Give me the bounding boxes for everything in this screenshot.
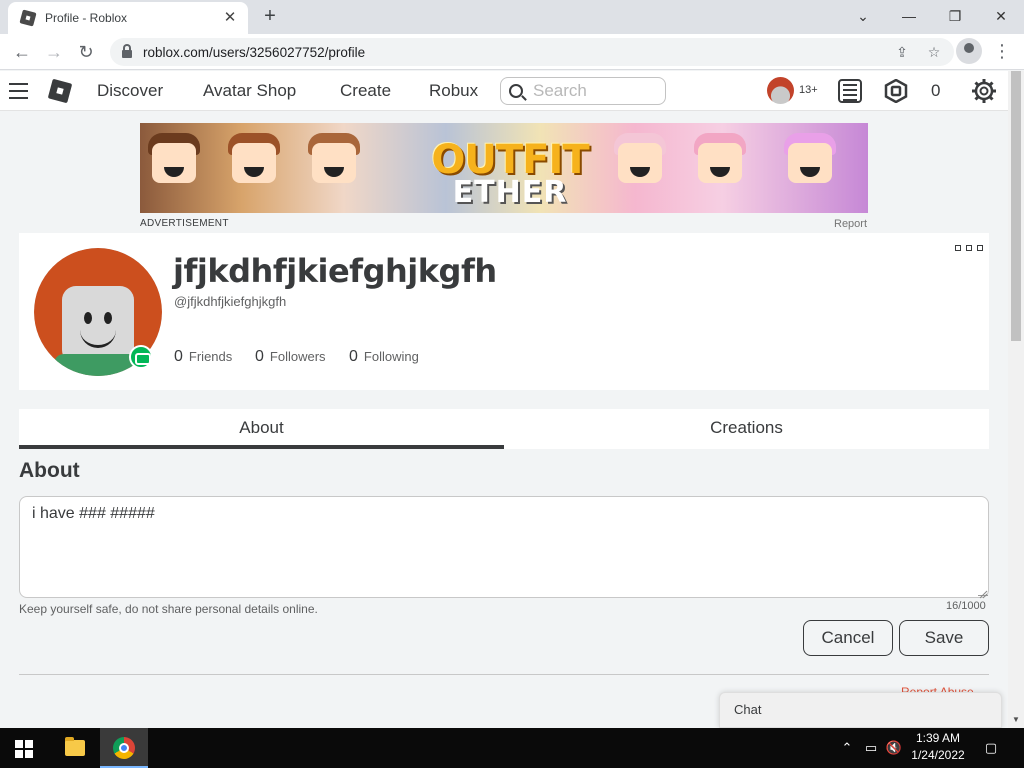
following-stat[interactable]: 0 Following [349,348,419,366]
tab-search-chevron-icon[interactable]: ⌄ [840,3,886,31]
tab-creations[interactable]: Creations [504,409,989,449]
ad-report-link[interactable]: Report [834,218,867,230]
scroll-down-arrow-icon[interactable]: ▼ [1008,712,1024,728]
online-game-presence-icon[interactable] [129,345,153,369]
network-icon[interactable]: ▭ [861,738,881,758]
following-count: 0 [349,348,358,365]
windows-start-icon[interactable] [0,728,48,768]
hamburger-menu-icon[interactable] [9,83,28,99]
lock-icon[interactable] [122,44,132,58]
notifications-icon[interactable]: ▢ [980,738,1002,758]
profile-display-name: jfjkdhfjkiefghjkgfh [173,252,497,290]
new-tab-plus-icon[interactable]: + [258,5,282,29]
followers-count: 0 [255,348,264,365]
maximize-icon[interactable]: ❐ [932,3,978,31]
minimize-icon[interactable]: — [886,3,932,31]
tab-close-icon[interactable]: ✕ [220,8,240,28]
cancel-button[interactable]: Cancel [803,620,893,656]
followers-stat[interactable]: 0 Followers [255,348,326,366]
advertisement-label: ADVERTISEMENT [140,218,229,229]
character-count: 16/1000 [946,600,986,612]
nav-create[interactable]: Create [340,81,391,101]
friends-stat[interactable]: 0 Friends [174,348,232,366]
roblox-favicon-icon [19,9,37,27]
following-label: Following [363,349,419,364]
friends-label: Friends [188,349,233,364]
address-bar[interactable]: roblox.com/users/3256027752/profile ⇪ ☆ [110,38,954,66]
forward-arrow-icon[interactable]: → [40,38,68,66]
ad-banner[interactable]: OUTFIT ETHER [140,123,868,213]
textarea-resize-handle[interactable] [978,586,988,599]
browser-tab-strip: Profile - Roblox ✕ + ⌄ — ❐ ✕ [0,0,1024,34]
browser-tab[interactable]: Profile - Roblox ✕ [8,2,248,34]
save-button[interactable]: Save [899,620,989,656]
more-options-icon[interactable] [955,243,983,253]
chat-bar[interactable]: Chat [719,692,1002,728]
nav-discover[interactable]: Discover [97,81,163,101]
browser-profile-icon[interactable] [956,38,982,64]
safety-note: Keep yourself safe, do not share persona… [19,602,318,616]
tab-about[interactable]: About [19,409,504,449]
catalog-list-icon[interactable] [838,79,862,103]
about-heading: About [19,459,80,482]
search-icon [509,84,523,98]
browser-menu-icon[interactable]: ⋮ [992,38,1012,64]
clock-time[interactable]: 1:39 AM [908,731,968,745]
robux-icon[interactable] [884,79,908,103]
tray-chevron-up-icon[interactable]: ⌃ [838,738,856,758]
scrollbar-thumb[interactable] [1011,71,1021,341]
profile-username: @jfjkdhfjkiefghjkgfh [174,294,287,309]
browser-toolbar: ← → ↻ roblox.com/users/3256027752/profil… [0,34,1024,70]
friends-count: 0 [174,348,183,365]
share-icon[interactable]: ⇪ [890,40,914,64]
clock-date[interactable]: 1/24/2022 [908,748,968,762]
windows-taskbar: ⌃ ▭ 🔇 1:39 AM 1/24/2022 ▢ [0,728,1024,768]
back-arrow-icon[interactable]: ← [8,38,36,66]
profile-tabs: About Creations [19,409,989,449]
page-scrollbar[interactable]: ▲ ▼ [1008,71,1024,728]
window-close-icon[interactable]: ✕ [978,3,1024,31]
volume-muted-icon[interactable]: 🔇 [884,738,904,758]
section-divider [19,674,989,675]
ad-subtitle: ETHER [452,175,568,210]
tab-title: Profile - Roblox [45,11,128,25]
age-bracket-label: 13+ [799,84,818,96]
chrome-taskbar-icon[interactable] [100,728,148,768]
reload-icon[interactable]: ↻ [72,38,100,66]
roblox-header: Discover Avatar Shop Create Robux 13+ 0 [0,71,1008,111]
file-explorer-icon[interactable] [50,728,98,768]
search-box[interactable] [500,77,666,105]
resize-grip-icon [979,590,988,599]
roblox-logo-icon[interactable] [47,78,73,104]
chat-label: Chat [734,702,762,717]
about-description-textarea[interactable]: i have ### ##### [19,496,989,598]
header-avatar[interactable] [767,77,794,104]
followers-label: Followers [269,349,326,364]
bookmark-star-icon[interactable]: ☆ [922,40,946,64]
nav-robux[interactable]: Robux [429,81,478,101]
url-text[interactable]: roblox.com/users/3256027752/profile [143,45,890,60]
profile-header-card: jfjkdhfjkiefghjkgfh @jfjkdhfjkiefghjkgfh… [19,233,989,390]
nav-avatar-shop[interactable]: Avatar Shop [203,81,296,101]
search-input[interactable] [533,81,653,101]
settings-gear-icon[interactable] [971,78,997,104]
robux-count[interactable]: 0 [931,81,940,101]
